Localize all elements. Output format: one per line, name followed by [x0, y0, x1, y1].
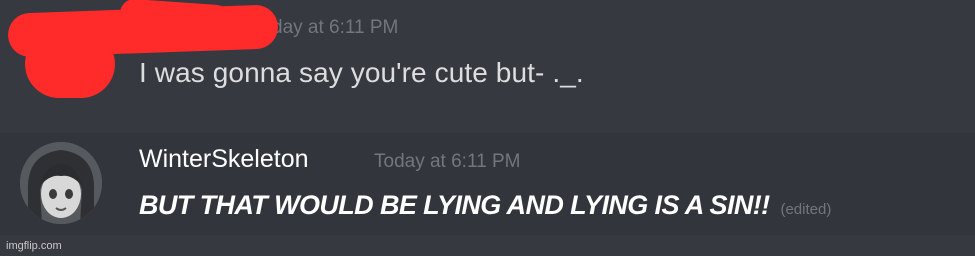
bottom-strip [0, 235, 975, 256]
message-text: I was gonna say you're cute but- ._. [139, 57, 584, 88]
message-2: WinterSkeleton Today at 6:11 PM BUT THAT… [0, 133, 975, 235]
message-body: BUT THAT WOULD BE LYING AND LYING IS A S… [139, 190, 770, 220]
message-1: day at 6:11 PM I was gonna say you're cu… [0, 0, 975, 133]
avatar[interactable] [20, 142, 102, 224]
edited-label: (edited) [780, 201, 832, 218]
message-text: BUT THAT WOULD BE LYING AND LYING IS A S… [139, 190, 831, 221]
username[interactable]: WinterSkeleton [139, 145, 309, 174]
message-timestamp: Today at 6:11 PM [374, 151, 521, 172]
watermark: imgflip.com [6, 240, 62, 252]
message-timestamp: day at 6:11 PM [272, 17, 399, 38]
